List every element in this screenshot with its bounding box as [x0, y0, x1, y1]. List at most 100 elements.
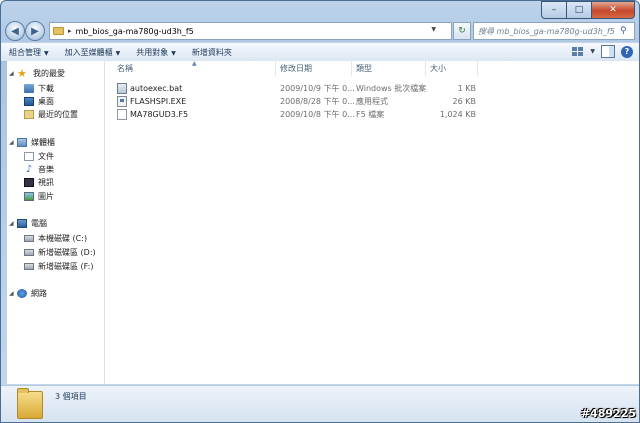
- search-input[interactable]: 搜尋 mb_bios_ga-ma780g-ud3h_f5: [474, 26, 620, 37]
- nav-item-desktop[interactable]: 桌面: [7, 95, 121, 108]
- file-date: 2009/10/8 下午 0...: [280, 110, 355, 119]
- nav-item-label: 最近的位置: [38, 110, 78, 119]
- explorer-window: – □ ✕ ◀ ▶ ▸ mb_bios_ga-ma780g-ud3h_f5 ▼ …: [0, 0, 640, 423]
- minimize-button[interactable]: –: [541, 1, 567, 19]
- column-header-date[interactable]: 修改日期: [280, 61, 312, 76]
- maximize-button[interactable]: □: [567, 1, 592, 19]
- file-date: 2008/8/28 下午 0...: [280, 97, 355, 106]
- hard-drive-icon: [24, 263, 34, 270]
- column-header-type[interactable]: 類型: [356, 61, 372, 76]
- address-row: ◀ ▶ ▸ mb_bios_ga-ma780g-ud3h_f5 ▼ ↻ 搜尋 m…: [1, 19, 639, 41]
- file-size: 1 KB: [457, 84, 476, 93]
- view-controls: ▼ ?: [570, 45, 633, 58]
- file-type: 應用程式: [356, 97, 388, 106]
- nav-item-label: 圖片: [38, 192, 54, 201]
- desktop-icon: [24, 97, 34, 106]
- file-name: autoexec.bat: [130, 84, 183, 93]
- table-row[interactable]: autoexec.bat 2009/10/9 下午 0... Windows 批…: [111, 83, 631, 95]
- nav-item-label: 視訊: [38, 178, 54, 187]
- libraries-icon: [17, 138, 27, 147]
- hard-drive-icon: [24, 249, 34, 256]
- item-count: 3 個項目: [55, 392, 87, 401]
- column-header-label: 大小: [430, 64, 446, 73]
- nav-item-recent[interactable]: 最近的位置: [7, 108, 121, 121]
- expand-caret-icon[interactable]: ◢: [9, 139, 14, 146]
- add-to-library-menu[interactable]: 加入至媒體櫃 ▼: [57, 47, 129, 58]
- chevron-down-icon: ▼: [171, 49, 176, 57]
- organize-label: 組合管理: [9, 47, 41, 57]
- folder-icon: [53, 27, 64, 35]
- close-button[interactable]: ✕: [592, 1, 635, 19]
- table-row[interactable]: MA78GUD3.F5 2009/10/8 下午 0... F5 檔案 1,02…: [111, 109, 631, 121]
- nav-item-music[interactable]: ♪ 音樂: [7, 163, 121, 176]
- folder-icon: [17, 388, 43, 419]
- nav-item-label: 新增磁碟區 (F:): [38, 262, 94, 271]
- help-icon[interactable]: ?: [621, 45, 633, 58]
- nav-item-drive-d[interactable]: 新增磁碟區 (D:): [7, 246, 121, 259]
- back-button[interactable]: ◀: [5, 21, 25, 41]
- nav-item-label: 文件: [38, 152, 54, 161]
- file-type: Windows 批次檔案: [356, 84, 427, 93]
- column-divider[interactable]: [275, 61, 276, 76]
- share-with-label: 共用對象: [136, 47, 169, 57]
- column-header-name[interactable]: 名稱: [117, 61, 133, 76]
- command-bar: 組合管理 ▼ 加入至媒體櫃 ▼ 共用對象 ▼ 新增資料夾 ▼ ?: [1, 42, 639, 62]
- nav-item-label: 下載: [38, 84, 54, 93]
- address-bar[interactable]: ▸ mb_bios_ga-ma780g-ud3h_f5 ▼: [49, 22, 452, 40]
- file-size: 26 KB: [452, 97, 476, 106]
- chevron-down-icon[interactable]: ▼: [431, 26, 436, 33]
- search-icon[interactable]: ⚲: [620, 26, 634, 36]
- nav-item-videos[interactable]: 視訊: [7, 176, 121, 189]
- search-box[interactable]: 搜尋 mb_bios_ga-ma780g-ud3h_f5 ⚲: [473, 22, 635, 40]
- refresh-button[interactable]: ↻: [453, 22, 471, 40]
- nav-computer[interactable]: ◢ 電腦: [7, 217, 114, 230]
- view-options-icon[interactable]: [570, 46, 584, 58]
- exe-file-icon: [117, 96, 127, 107]
- breadcrumb-path[interactable]: mb_bios_ga-ma780g-ud3h_f5: [76, 27, 194, 36]
- documents-icon: [24, 152, 34, 161]
- chevron-down-icon[interactable]: ▼: [590, 48, 595, 55]
- expand-caret-icon[interactable]: ◢: [9, 290, 14, 297]
- nav-item-drive-f[interactable]: 新增磁碟區 (F:): [7, 260, 121, 273]
- nav-item-downloads[interactable]: 下載: [7, 82, 121, 95]
- preview-pane-icon[interactable]: [601, 45, 615, 58]
- column-divider[interactable]: [351, 61, 352, 76]
- generic-file-icon: [117, 109, 127, 120]
- nav-item-drive-c[interactable]: 本機磁碟 (C:): [7, 232, 121, 245]
- organize-menu[interactable]: 組合管理 ▼: [1, 47, 57, 58]
- nav-libraries-label: 媒體櫃: [31, 138, 55, 147]
- table-row[interactable]: FLASHSPI.EXE 2008/8/28 下午 0... 應用程式 26 K…: [111, 96, 631, 108]
- file-type: F5 檔案: [356, 110, 385, 119]
- nav-item-label: 桌面: [38, 97, 54, 106]
- nav-item-pictures[interactable]: 圖片: [7, 190, 121, 203]
- breadcrumb-separator[interactable]: ▸: [68, 27, 72, 35]
- nav-network[interactable]: ◢ 網路: [7, 287, 114, 300]
- column-header-size[interactable]: 大小: [430, 61, 446, 76]
- network-icon: [17, 289, 27, 298]
- nav-computer-label: 電腦: [31, 219, 47, 228]
- forward-button[interactable]: ▶: [25, 21, 45, 41]
- add-to-library-label: 加入至媒體櫃: [64, 47, 113, 57]
- share-with-menu[interactable]: 共用對象 ▼: [128, 47, 184, 58]
- expand-caret-icon[interactable]: ◢: [9, 70, 14, 77]
- column-divider[interactable]: [477, 61, 478, 76]
- column-header-label: 名稱: [117, 64, 133, 73]
- nav-item-label: 新增磁碟區 (D:): [38, 248, 96, 257]
- nav-item-label: 音樂: [38, 165, 54, 174]
- expand-caret-icon[interactable]: ◢: [9, 220, 14, 227]
- new-folder-label: 新增資料夾: [191, 47, 232, 57]
- file-size: 1,024 KB: [439, 110, 476, 119]
- computer-icon: [17, 219, 27, 228]
- nav-libraries[interactable]: ◢ 媒體櫃: [7, 136, 114, 149]
- nav-network-label: 網路: [31, 289, 47, 298]
- details-pane: 3 個項目: [1, 385, 639, 422]
- chevron-down-icon: ▼: [44, 49, 49, 57]
- file-date: 2009/10/9 下午 0...: [280, 84, 355, 93]
- column-divider[interactable]: [425, 61, 426, 76]
- column-header-label: 類型: [356, 64, 372, 73]
- nav-item-label: 本機磁碟 (C:): [38, 234, 88, 243]
- file-list: 名稱 ▲ 修改日期 類型 大小 autoexec.bat 2009/10/9 下…: [105, 60, 639, 384]
- new-folder-button[interactable]: 新增資料夾: [184, 47, 240, 58]
- nav-item-documents[interactable]: 文件: [7, 150, 121, 163]
- nav-favorites[interactable]: ◢ ★ 我的最愛: [7, 67, 114, 80]
